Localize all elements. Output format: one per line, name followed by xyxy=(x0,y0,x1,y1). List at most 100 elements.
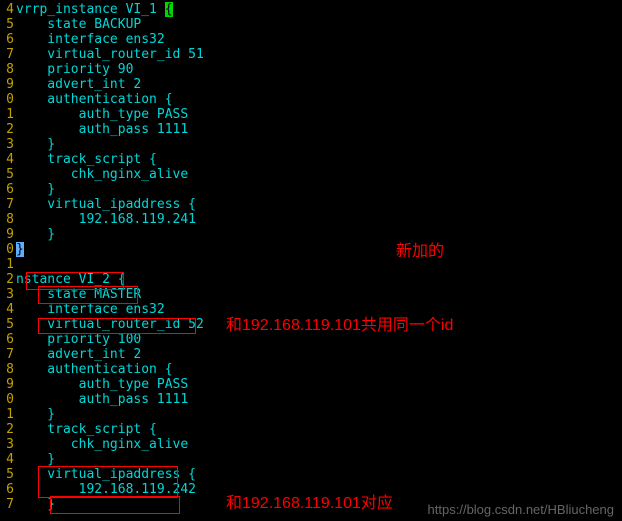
line-number: 4 xyxy=(0,152,14,167)
code-line: 7 virtual_router_id 51 xyxy=(0,47,622,62)
line-number: 2 xyxy=(0,122,14,137)
line-number: 6 xyxy=(0,32,14,47)
line-number: 5 xyxy=(0,17,14,32)
code-line: 5 virtual_ipaddress { xyxy=(0,467,622,482)
code-line: 6 } xyxy=(0,182,622,197)
code-text xyxy=(14,257,16,272)
code-line: 0} xyxy=(0,242,622,257)
line-number: 5 xyxy=(0,317,14,332)
code-line: 8 192.168.119.241 xyxy=(0,212,622,227)
code-text: track_script { xyxy=(14,152,157,167)
code-text: virtual_ipaddress { xyxy=(14,197,196,212)
line-number: 7 xyxy=(0,347,14,362)
code-text: } xyxy=(14,182,55,197)
code-line: 4vrrp_instance VI_1 { xyxy=(0,2,622,17)
code-text: } xyxy=(14,452,55,467)
line-number: 5 xyxy=(0,167,14,182)
code-text: interface ens32 xyxy=(14,302,165,317)
code-text: auth_pass 1111 xyxy=(14,122,188,137)
line-number: 8 xyxy=(0,62,14,77)
code-text: virtual_router_id 51 xyxy=(14,47,204,62)
code-line: 2 auth_pass 1111 xyxy=(0,122,622,137)
line-number: 8 xyxy=(0,362,14,377)
code-line: 7 advert_int 2 xyxy=(0,347,622,362)
code-text: interface ens32 xyxy=(14,32,165,47)
line-number: 6 xyxy=(0,182,14,197)
code-line: 4 } xyxy=(0,452,622,467)
code-text: virtual_ipaddress { xyxy=(14,467,196,482)
code-text: advert_int 2 xyxy=(14,347,141,362)
code-line: 3 chk_nginx_alive xyxy=(0,437,622,452)
code-text: authentication { xyxy=(14,362,173,377)
code-text: chk_nginx_alive xyxy=(14,437,188,452)
code-text: 192.168.119.241 xyxy=(14,212,196,227)
line-number: 7 xyxy=(0,197,14,212)
line-number: 7 xyxy=(0,497,14,512)
code-editor: 4vrrp_instance VI_1 {5 state BACKUP6 int… xyxy=(0,0,622,512)
annotation-text: 和192.168.119.101共用同一个id xyxy=(226,318,453,333)
watermark: https://blog.csdn.net/HBliucheng xyxy=(428,502,614,517)
code-line: 0 authentication { xyxy=(0,92,622,107)
code-text: advert_int 2 xyxy=(14,77,141,92)
code-text: vrrp_instance VI_1 xyxy=(14,2,165,17)
line-number: 5 xyxy=(0,467,14,482)
code-text: nstance VI_2 { xyxy=(14,272,126,287)
line-number: 4 xyxy=(0,452,14,467)
code-line: 3 } xyxy=(0,137,622,152)
line-number: 6 xyxy=(0,482,14,497)
code-text: chk_nginx_alive xyxy=(14,167,188,182)
code-line: 1 xyxy=(0,257,622,272)
matching-brace-highlight: { xyxy=(165,2,173,17)
code-text: 192.168.119.242 xyxy=(14,482,196,497)
line-number: 9 xyxy=(0,227,14,242)
code-line: 9 auth_type PASS xyxy=(0,377,622,392)
line-number: 0 xyxy=(0,92,14,107)
code-line: 0 auth_pass 1111 xyxy=(0,392,622,407)
code-line: 5 state BACKUP xyxy=(0,17,622,32)
code-text: virtual_router_id 52 xyxy=(14,317,204,332)
code-text: priority 100 xyxy=(14,332,141,347)
code-line: 1 auth_type PASS xyxy=(0,107,622,122)
line-number: 2 xyxy=(0,422,14,437)
code-text: state MASTER xyxy=(14,287,141,302)
code-line: 4 track_script { xyxy=(0,152,622,167)
line-number: 1 xyxy=(0,107,14,122)
code-line: 2nstance VI_2 { xyxy=(0,272,622,287)
line-number: 1 xyxy=(0,407,14,422)
code-line: 1 } xyxy=(0,407,622,422)
annotation-text: 和192.168.119.101对应 xyxy=(226,496,393,511)
annotation-text: 新加的 xyxy=(396,244,444,259)
code-text: track_script { xyxy=(14,422,157,437)
code-line: 9 advert_int 2 xyxy=(0,77,622,92)
code-text: auth_type PASS xyxy=(14,107,188,122)
line-number: 8 xyxy=(0,212,14,227)
line-number: 9 xyxy=(0,77,14,92)
code-line: 6 interface ens32 xyxy=(0,32,622,47)
code-line: 3 state MASTER xyxy=(0,287,622,302)
line-number: 7 xyxy=(0,47,14,62)
line-number: 2 xyxy=(0,272,14,287)
line-number: 4 xyxy=(0,2,14,17)
cursor-highlight: } xyxy=(16,242,24,257)
line-number: 9 xyxy=(0,377,14,392)
line-number: 3 xyxy=(0,287,14,302)
line-number: 3 xyxy=(0,437,14,452)
line-number: 6 xyxy=(0,332,14,347)
code-text: } xyxy=(14,407,55,422)
code-line: 5 chk_nginx_alive xyxy=(0,167,622,182)
code-line: 6 priority 100 xyxy=(0,332,622,347)
code-text: auth_type PASS xyxy=(14,377,188,392)
code-line: 4 interface ens32 xyxy=(0,302,622,317)
code-line: 7 virtual_ipaddress { xyxy=(0,197,622,212)
code-text: authentication { xyxy=(14,92,173,107)
code-text: } xyxy=(14,227,55,242)
code-text: } xyxy=(14,497,55,512)
line-number: 1 xyxy=(0,257,14,272)
line-number: 0 xyxy=(0,242,14,257)
line-number: 4 xyxy=(0,302,14,317)
code-text: } xyxy=(14,137,55,152)
code-line: 8 authentication { xyxy=(0,362,622,377)
code-line: 8 priority 90 xyxy=(0,62,622,77)
line-number: 0 xyxy=(0,392,14,407)
code-text: priority 90 xyxy=(14,62,133,77)
